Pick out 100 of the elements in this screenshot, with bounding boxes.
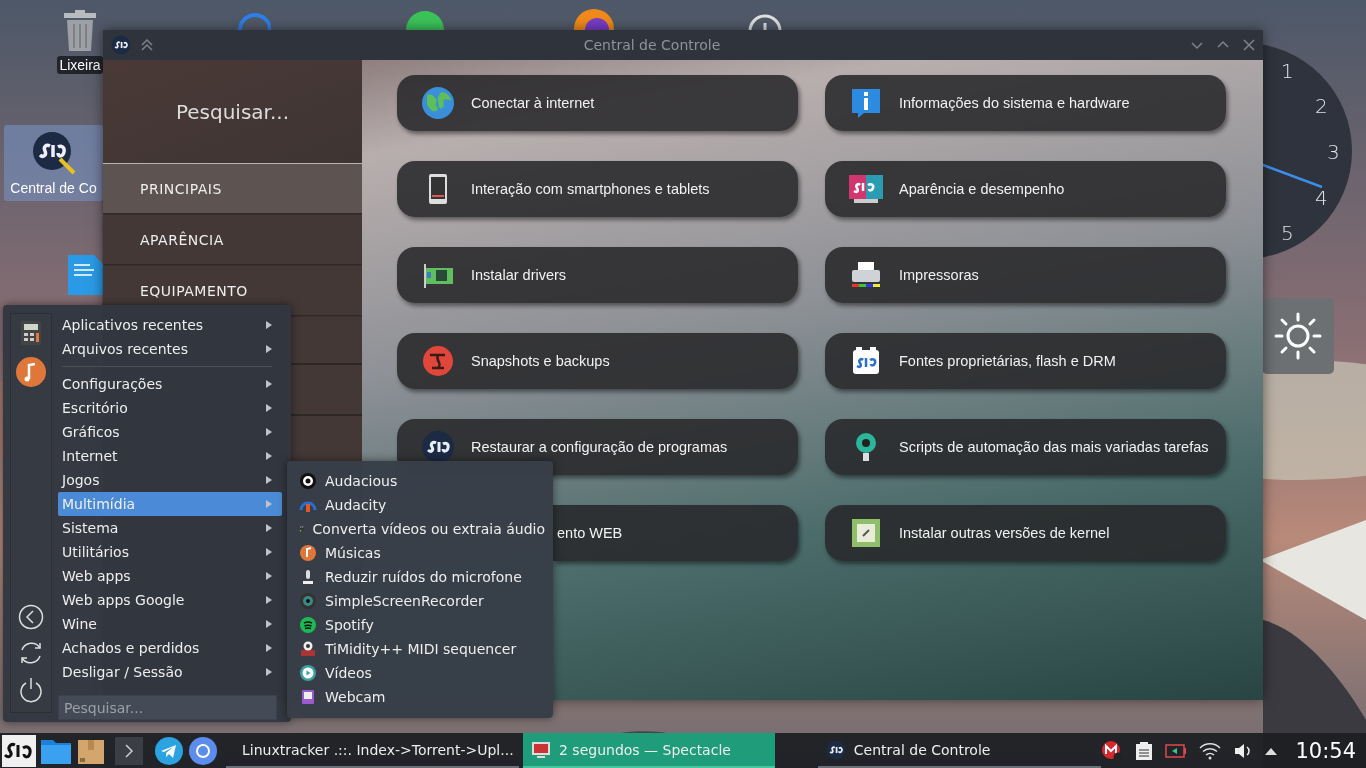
ring-icon — [237, 12, 271, 30]
card-button[interactable]: Scripts de automação das mais variadas tarefas — [825, 419, 1226, 475]
card-button[interactable]: Fontes proprietárias, flash e DRM — [825, 333, 1226, 389]
menu-item[interactable]: Configurações — [58, 372, 282, 396]
wifi-icon — [1199, 741, 1222, 760]
card-button[interactable]: Instalar drivers — [397, 247, 798, 303]
sidebar-item[interactable]: APARÊNCIA — [103, 215, 362, 264]
card-button[interactable]: Instalar outras versões de kernel — [825, 505, 1226, 561]
arrow-icon — [266, 572, 272, 580]
info-icon — [850, 87, 882, 119]
calculator-icon — [20, 320, 42, 346]
arrow-icon — [266, 380, 272, 388]
desktop-icon[interactable]: Lixeira — [58, 10, 102, 74]
refresh-icon — [18, 640, 44, 666]
card-button[interactable]: Informações do sistema e hardware — [825, 75, 1226, 131]
minimize-icon — [1191, 39, 1203, 51]
menu-item[interactable]: Escritório — [58, 396, 282, 420]
paper-plane-icon — [154, 735, 184, 766]
card-button[interactable]: Snapshots e backups — [397, 333, 798, 389]
card-button[interactable]: Impressoras — [825, 247, 1226, 303]
brightness-widget[interactable] — [1262, 298, 1334, 374]
arrow-icon — [266, 644, 272, 652]
card-button[interactable]: Conectar à internet — [397, 75, 798, 131]
menu-item[interactable]: Web apps — [58, 564, 282, 588]
keep-above-icon — [141, 39, 153, 51]
arrow-icon — [266, 321, 272, 329]
menu-item[interactable]: Sistema — [58, 516, 282, 540]
menu-item[interactable]: Achados e perdidos — [58, 636, 282, 660]
play-icon — [299, 664, 317, 682]
battery-icon — [1165, 743, 1188, 758]
submenu-item[interactable]: Spotify — [295, 613, 545, 637]
submenu-item[interactable]: Audacity — [295, 493, 545, 517]
window-title: Central de Controle — [582, 37, 722, 53]
clock-time: 10:54 — [1295, 738, 1356, 763]
chip-icon — [850, 517, 882, 549]
disc-icon — [299, 472, 317, 490]
submenu-item[interactable]: Vídeos — [295, 661, 545, 685]
clock-icon — [748, 14, 782, 30]
menu-item[interactable]: Web apps Google — [58, 588, 282, 612]
arrow-icon — [266, 452, 272, 460]
menu-item[interactable]: Utilitários — [58, 540, 282, 564]
back-icon — [18, 604, 44, 630]
icon-label: Central de Co — [9, 179, 98, 197]
desktop-icon[interactable]: Central de Co — [4, 125, 103, 201]
music-note-icon — [15, 356, 47, 388]
menu-item[interactable]: Internet — [58, 444, 282, 468]
printer-icon — [850, 260, 882, 290]
letter-m-icon — [1101, 739, 1124, 762]
submenu-item[interactable]: SimpleScreenRecorder — [295, 589, 545, 613]
sun-icon — [1274, 312, 1322, 360]
globe-icon — [421, 86, 455, 120]
app-icon — [111, 35, 131, 55]
arrow-icon — [266, 524, 272, 532]
arrow-icon — [266, 668, 272, 676]
arrow-icon — [266, 548, 272, 556]
arrow-icon — [266, 345, 272, 353]
clock-numeral: 1 — [1281, 59, 1294, 83]
card-button[interactable]: Interação com smartphones e tablets — [397, 161, 798, 217]
logo-launcher-icon — [2, 734, 36, 767]
submenu-item[interactable]: Músicas — [295, 541, 545, 565]
submenu-item[interactable]: TiMidity++ MIDI sequencer — [295, 637, 545, 661]
sidebar-item[interactable]: PRINCIPAIS — [103, 164, 362, 213]
arrow-icon — [266, 428, 272, 436]
menu-item[interactable]: Arquivos recentes — [58, 337, 282, 361]
taskbar-task[interactable]: Central de Controle — [817, 733, 1102, 768]
arrow-icon — [266, 500, 272, 508]
menu-item[interactable]: Gráficos — [58, 420, 282, 444]
card-button[interactable]: ento WEB — [553, 505, 798, 561]
arrow-icon — [266, 476, 272, 484]
screen-icon — [531, 739, 551, 760]
power-icon — [18, 676, 44, 704]
submenu-item[interactable]: Converta vídeos ou extraia áudio — [295, 517, 545, 541]
search-field[interactable]: Pesquisar... — [103, 60, 362, 164]
submenu-item[interactable]: Webcam — [295, 685, 545, 709]
menu-item[interactable]: Jogos — [58, 468, 282, 492]
menu-item[interactable]: Wine — [58, 612, 282, 636]
trash-icon — [62, 10, 98, 52]
clipboard-icon — [1135, 740, 1154, 761]
submenu-item[interactable]: Reduzir ruídos do microfone — [295, 565, 545, 589]
monitor-logo-icon — [848, 173, 884, 205]
browser-icon — [188, 735, 218, 766]
stream-icon — [299, 616, 317, 634]
clock-numeral: 4 — [1315, 186, 1328, 210]
music-note-icon — [299, 544, 317, 562]
card-button[interactable]: Aparência e desempenho — [825, 161, 1226, 217]
arrow-icon — [266, 620, 272, 628]
card-button[interactable]: Restaurar a configuração de programas — [397, 419, 798, 475]
round-icon — [405, 10, 445, 30]
phone-icon — [428, 173, 448, 205]
taskbar-task[interactable]: Linuxtracker .::. Index->Torrent->Upl... — [226, 733, 519, 768]
box-logo-icon — [850, 346, 882, 376]
round-letter-icon — [422, 345, 454, 377]
menu-item[interactable]: Aplicativos recentes — [58, 313, 282, 337]
menu-item[interactable]: Desligar / Sessão — [58, 660, 282, 684]
clock-numeral: 2 — [1315, 94, 1328, 118]
clock-numeral: 3 — [1327, 140, 1340, 164]
webcam-icon — [299, 688, 317, 706]
terminal-icon — [114, 735, 144, 766]
round-logo-icon — [421, 430, 455, 464]
logo-icon — [31, 131, 76, 175]
